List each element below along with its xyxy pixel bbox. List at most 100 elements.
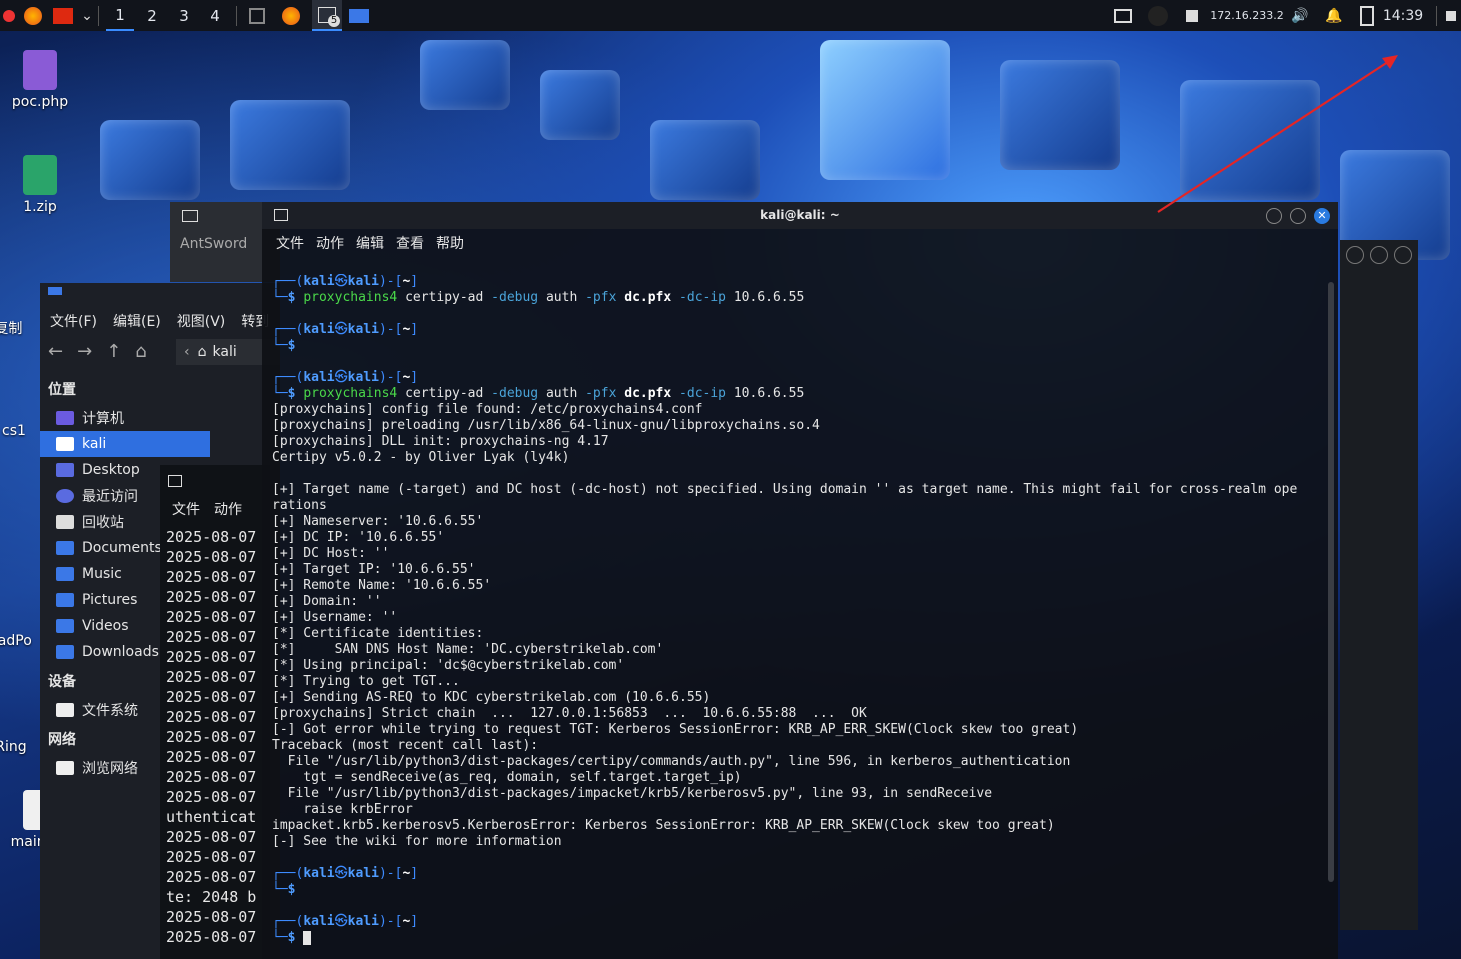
- home-folder-icon: [56, 437, 74, 451]
- output-line: File "/usr/lib/python3/dist-packages/cer…: [272, 754, 1071, 769]
- desktop-icon-ring[interactable]: Ring: [0, 739, 36, 755]
- terminal-output[interactable]: ┌──(kali㉿kali)-[~] └─$ proxychains4 certi…: [272, 274, 1322, 959]
- workspace-4[interactable]: 4: [201, 0, 229, 31]
- location-label: kali: [212, 344, 237, 360]
- terminal-menubar: 文件 动作 编辑 查看 帮助: [262, 229, 1338, 257]
- desktop-icon-label: 1(复制: [0, 321, 23, 337]
- terminal-text: ┌──(: [272, 370, 304, 385]
- desktop-icon-copy[interactable]: 1(复制: [0, 318, 40, 338]
- window-switcher-icon[interactable]: [246, 0, 268, 31]
- menu-edit[interactable]: 编辑(E): [113, 311, 161, 333]
- terminal-line: 2025-08-07: [166, 548, 257, 566]
- terminal-task-icon[interactable]: 5: [312, 0, 342, 31]
- menu-actions[interactable]: 动作: [316, 233, 344, 253]
- firefox-icon[interactable]: [20, 0, 46, 31]
- menu-view[interactable]: 查看: [396, 233, 424, 253]
- menu-file[interactable]: 文件(F): [50, 311, 97, 333]
- terminal-text: kali: [303, 914, 335, 929]
- output-line: [+] DC Host: '': [272, 546, 390, 561]
- forward-arrow-icon[interactable]: →: [77, 341, 92, 362]
- terminal-line: 2025-08-07: [166, 788, 257, 806]
- volume-icon[interactable]: 🔊: [1290, 0, 1310, 31]
- chevron-left-icon[interactable]: ‹: [184, 344, 190, 360]
- desktop-icon-poc-php[interactable]: poc.php: [0, 50, 80, 110]
- menu-help[interactable]: 帮助: [436, 233, 464, 253]
- workspace-3[interactable]: 3: [170, 0, 198, 31]
- desktop-icon-zip[interactable]: 1.zip: [0, 155, 80, 215]
- menu-view[interactable]: 视图(V): [177, 311, 226, 333]
- terminal-text: ┌──(: [272, 322, 304, 337]
- wallpaper-cube: [230, 100, 350, 190]
- bell-icon[interactable]: 🔔: [1324, 0, 1344, 31]
- terminal-text: certipy-ad: [405, 290, 484, 305]
- battery-icon[interactable]: [1358, 0, 1376, 31]
- kali-menu-icon[interactable]: [0, 0, 18, 31]
- php-file-icon: [23, 50, 57, 90]
- file-manager-task-icon[interactable]: [346, 0, 372, 31]
- terminal-window[interactable]: kali@kali: ~ ✕ 文件 动作 编辑 查看 帮助 ┌──(kali㉿k…: [262, 202, 1338, 959]
- prompt-line: ┌──(kali㉿kali)-[~]: [272, 866, 1322, 882]
- desktop-icon-cs1[interactable]: cs1: [0, 423, 38, 439]
- terminal-text: ]: [410, 370, 419, 385]
- chevron-down-icon[interactable]: ⌄: [78, 0, 96, 31]
- terminal-line: 2025-08-07: [166, 868, 257, 886]
- terminal-text: -pfx: [585, 386, 617, 401]
- output-line: rations: [272, 498, 327, 513]
- background-window[interactable]: [1340, 240, 1418, 930]
- desktop-folder-icon: [56, 463, 74, 477]
- secondary-terminal-window[interactable]: 文件 动作 2025-08-07 2025-08-07 2025-08-07 2025…: [160, 465, 270, 959]
- terminal-text: $: [287, 386, 304, 401]
- output-line: [*] Using principal: 'dc$@cyberstrikelab…: [272, 658, 625, 673]
- pictures-folder-icon: [56, 593, 74, 607]
- close-button[interactable]: [1394, 246, 1412, 264]
- prompt-line: ┌──(kali㉿kali)-[~]: [272, 274, 1322, 290]
- flag-icon[interactable]: [50, 0, 76, 31]
- workspace-2[interactable]: 2: [138, 0, 166, 31]
- maximize-button[interactable]: [1370, 246, 1388, 264]
- menu-actions[interactable]: 动作: [214, 499, 242, 519]
- display-icon[interactable]: [1112, 0, 1134, 31]
- secondary-terminal-menubar: 文件 动作: [172, 499, 242, 519]
- menu-file[interactable]: 文件: [276, 233, 304, 253]
- terminal-line: uthenticat: [166, 808, 257, 826]
- sidebar-item-label: Music: [82, 566, 122, 582]
- drive-icon: [56, 703, 74, 717]
- output-line: [*] Certificate identities:: [272, 626, 484, 641]
- network-lock-icon[interactable]: [1182, 0, 1202, 31]
- home-icon[interactable]: ⌂: [135, 341, 146, 362]
- up-arrow-icon[interactable]: ↑: [106, 341, 121, 362]
- lock-icon[interactable]: [1442, 0, 1460, 31]
- back-arrow-icon[interactable]: ←: [48, 341, 63, 362]
- terminal-text: ㉿: [334, 914, 348, 929]
- terminal-text: )-[: [378, 370, 403, 385]
- vpn-icon[interactable]: [1146, 0, 1170, 31]
- wallpaper-cube: [420, 40, 510, 110]
- sidebar-item-label: 浏览网络: [82, 761, 138, 777]
- firefox-window-icon[interactable]: [278, 0, 304, 31]
- output-line: [*] Trying to get TGT...: [272, 674, 460, 689]
- menu-file[interactable]: 文件: [172, 499, 200, 519]
- sidebar-item-kali[interactable]: kali: [40, 431, 210, 457]
- output-line: Traceback (most recent call last):: [272, 738, 539, 753]
- terminal-text: auth: [545, 386, 578, 401]
- terminal-line: 2025-08-07: [166, 748, 257, 766]
- sidebar-item-computer[interactable]: 计算机: [40, 405, 210, 431]
- menu-edit[interactable]: 编辑: [356, 233, 384, 253]
- terminal-text: $: [287, 930, 304, 945]
- workspace-1[interactable]: 1: [106, 0, 134, 31]
- output-line: [+] Sending AS-REQ to KDC cyberstrikelab…: [272, 690, 711, 705]
- scrollbar[interactable]: [1328, 282, 1334, 882]
- desktop-icon-badpo[interactable]: BadPo: [0, 633, 38, 649]
- minimize-button[interactable]: [1346, 246, 1364, 264]
- folder-icon: [48, 287, 62, 295]
- desktop-icon-label: BadPo: [0, 633, 32, 649]
- terminal-text: kali: [347, 322, 379, 337]
- terminal-text: ]: [410, 866, 419, 881]
